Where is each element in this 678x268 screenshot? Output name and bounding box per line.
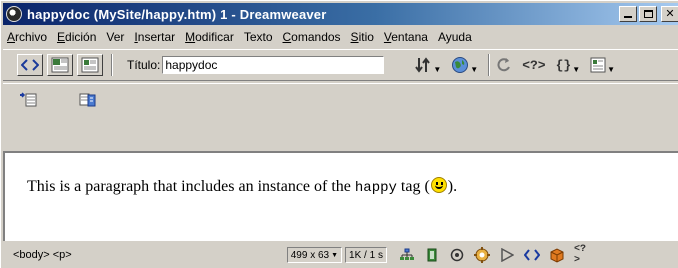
dreamweaver-window: happydoc (MySite/happy.htm) 1 - Dreamwea…	[0, 0, 678, 268]
braces-button[interactable]: {} ▼	[556, 57, 581, 74]
minimize-icon	[624, 16, 632, 18]
design-view-button[interactable]	[77, 54, 103, 76]
code-view-icon	[21, 59, 39, 71]
refresh-button[interactable]	[496, 57, 512, 73]
launcher-icons: <?>	[399, 244, 590, 266]
code-tag-icon: <?>	[522, 57, 546, 73]
design-view-icon	[81, 57, 99, 73]
css-styles-button[interactable]	[449, 247, 465, 263]
menu-ventana[interactable]: Ventana	[380, 30, 434, 44]
status-bar: <body> <p> 499 x 63 ▼ 1K / 1 s <?>	[3, 243, 678, 267]
toolbar-separator	[488, 54, 491, 76]
maximize-icon	[643, 10, 653, 18]
gear-icon	[473, 247, 490, 263]
code-navigation-button[interactable]: <?>	[522, 58, 545, 73]
timelines-button[interactable]	[499, 247, 515, 263]
paragraph-text-tag: tag (	[396, 178, 430, 195]
maximize-button[interactable]	[639, 6, 657, 22]
site-launcher-button[interactable]	[399, 247, 415, 263]
toolbar-separator	[111, 54, 113, 76]
title-bar[interactable]: happydoc (MySite/happy.htm) 1 - Dreamwea…	[3, 3, 678, 25]
braces-icon: {}	[555, 57, 572, 73]
assets-button[interactable]	[424, 247, 440, 263]
insert-table-button[interactable]	[19, 92, 37, 111]
refresh-icon	[497, 58, 511, 72]
happy-tag-name: happy	[354, 180, 397, 196]
paragraph-text-end: ).	[447, 178, 458, 195]
window-size-value: 499 x 63	[290, 249, 330, 261]
insert-bar	[3, 83, 678, 149]
smiley-icon[interactable]	[430, 177, 447, 193]
close-icon: ✕	[665, 7, 675, 20]
split-view-button[interactable]	[47, 54, 73, 76]
paragraph[interactable]: This is a paragraph that includes an ins…	[27, 177, 457, 196]
insert-table-icon	[20, 92, 37, 107]
menu-ayuda[interactable]: Ayuda	[434, 30, 478, 44]
view-options-icon	[590, 57, 606, 73]
minimize-button[interactable]	[619, 6, 637, 22]
document-toolbar: Título: ▼ ▼ <?> {} ▼ ▼	[3, 49, 678, 81]
menu-modificar[interactable]: Modificar	[181, 30, 240, 44]
insert-script-button[interactable]	[79, 92, 97, 111]
menu-archivo[interactable]: Archivo	[3, 30, 53, 44]
globe-icon	[452, 57, 469, 73]
menu-insertar[interactable]: Insertar	[130, 30, 181, 44]
code-icon	[523, 249, 540, 261]
code-inspector-button[interactable]	[523, 247, 540, 263]
file-transfer-icon	[415, 57, 431, 73]
chevron-down-icon: ▼	[607, 64, 616, 74]
title-label: Título:	[127, 58, 161, 72]
site-map-icon	[399, 248, 414, 260]
menu-edicion[interactable]: Edición	[53, 30, 102, 44]
styles-icon	[450, 248, 464, 262]
window-size-popup[interactable]: 499 x 63 ▼	[286, 247, 343, 263]
chevron-down-icon: ▼	[572, 64, 581, 74]
menu-sitio[interactable]: Sitio	[347, 30, 380, 44]
code-tag-icon: <?>	[573, 244, 586, 266]
tag-selector[interactable]: <body> <p>	[13, 249, 72, 261]
view-options-button[interactable]: ▼	[590, 57, 615, 74]
window-title: happydoc (MySite/happy.htm) 1 - Dreamwea…	[27, 6, 327, 22]
code-reference-button[interactable]: <?>	[573, 244, 590, 266]
file-management-button[interactable]: ▼	[414, 57, 441, 74]
box-icon	[550, 248, 564, 263]
dreamweaver-app-icon[interactable]	[6, 6, 22, 22]
close-button[interactable]: ✕	[661, 6, 678, 22]
menu-comandos[interactable]: Comandos	[279, 30, 347, 44]
play-icon	[501, 248, 514, 262]
menu-bar: Archivo Edición Ver Insertar Modificar T…	[3, 27, 678, 47]
page-title-input[interactable]	[162, 56, 385, 74]
script-icon	[79, 93, 96, 107]
chevron-down-icon: ▼	[433, 64, 442, 74]
assets-icon	[427, 248, 437, 262]
menu-texto[interactable]: Texto	[240, 30, 279, 44]
menu-ver[interactable]: Ver	[102, 30, 130, 44]
preview-browser-button[interactable]: ▼	[451, 56, 478, 74]
download-stats: 1K / 1 s	[345, 247, 387, 263]
split-view-icon	[51, 57, 69, 73]
paragraph-text: This is a paragraph that includes an ins…	[27, 178, 355, 195]
document-design-view[interactable]: This is a paragraph that includes an ins…	[3, 151, 678, 241]
extensions-button[interactable]	[549, 247, 565, 263]
code-view-button[interactable]	[17, 54, 43, 76]
window-controls: ✕	[619, 6, 678, 22]
chevron-down-icon: ▼	[331, 251, 339, 259]
behaviors-button[interactable]	[473, 247, 490, 263]
chevron-down-icon: ▼	[470, 64, 479, 74]
